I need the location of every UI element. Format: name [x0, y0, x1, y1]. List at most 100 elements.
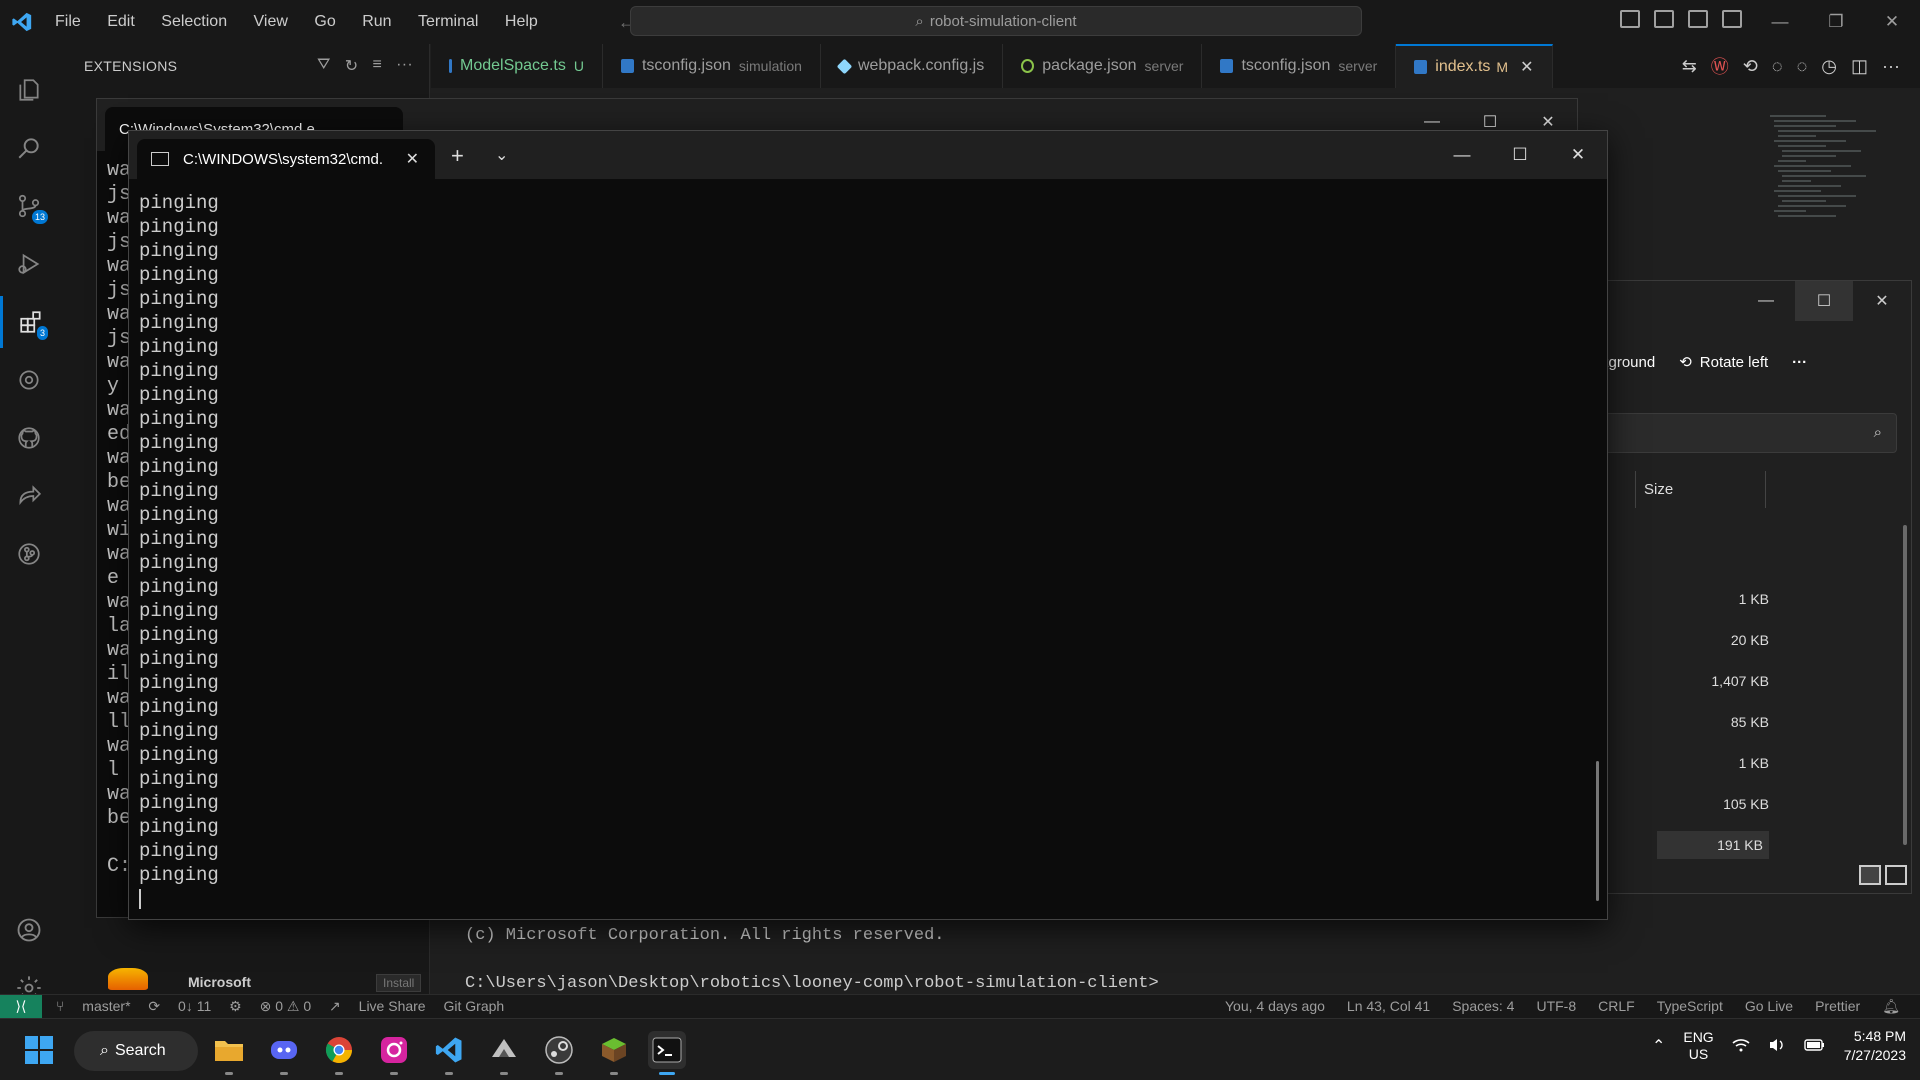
explorer-icon[interactable] [0, 64, 58, 116]
more-actions-icon[interactable]: ··· [396, 56, 413, 76]
photos-background-button[interactable]: kground [1601, 354, 1655, 371]
photos-scrollbar[interactable] [1903, 525, 1907, 845]
more-actions-icon[interactable]: ··· [1882, 56, 1900, 77]
clear-icon[interactable]: ≡ [372, 56, 382, 76]
remote-explorer-icon[interactable] [0, 354, 58, 406]
toggle-sidebar-icon[interactable] [1620, 10, 1640, 28]
language-indicator[interactable]: ENG US [1683, 1029, 1713, 1063]
problems-indicator[interactable]: ⊗ 0 ⚠ 0 [260, 998, 312, 1014]
toggle-panel-icon[interactable] [1654, 10, 1674, 28]
split-editor-icon[interactable]: ◫ [1851, 56, 1868, 77]
photos-close-icon[interactable]: ✕ [1853, 281, 1911, 321]
close-tab-icon[interactable]: ✕ [1520, 57, 1533, 77]
minimize-icon[interactable]: — [1752, 0, 1808, 44]
git-compare-icon[interactable]: ⇆ [1682, 56, 1697, 77]
restore-icon[interactable]: ❐ [1808, 0, 1864, 44]
minecraft-icon[interactable] [595, 1031, 633, 1075]
photos-maximize-icon[interactable]: ☐ [1795, 281, 1853, 321]
go-live-button[interactable]: Go Live [1745, 998, 1793, 1015]
command-center[interactable]: ⌕ robot-simulation-client [630, 6, 1362, 36]
live-share-icon[interactable] [0, 470, 58, 522]
wakatime-icon[interactable]: Ⓦ [1711, 53, 1729, 79]
filter-icon[interactable]: ⛛ [317, 56, 331, 76]
grid-view-icon[interactable] [1885, 865, 1907, 885]
source-control-icon[interactable]: 13 [0, 180, 58, 232]
terminal-taskbar-icon[interactable] [648, 1031, 686, 1075]
menu-file[interactable]: File [55, 13, 81, 30]
cmd-scrollbar[interactable] [1596, 761, 1599, 901]
search-icon[interactable] [0, 122, 58, 174]
sync-indicator[interactable]: ⟳ 0↓ 11 [148, 998, 211, 1014]
menu-selection[interactable]: Selection [161, 13, 227, 30]
tab-tsconfig-server[interactable]: tsconfig.json server [1202, 44, 1397, 88]
remote-indicator-icon[interactable]: ⟩⟨ [0, 994, 42, 1019]
minimap[interactable] [1766, 112, 1886, 247]
tab-webpack-config[interactable]: webpack.config.js [821, 44, 1004, 88]
wifi-icon[interactable] [1732, 1038, 1750, 1055]
git-graph-icon[interactable] [0, 528, 58, 580]
branch-indicator[interactable]: ⑂ master* [56, 998, 131, 1014]
menu-edit[interactable]: Edit [107, 13, 135, 30]
cmd-output[interactable]: pinging pinging pinging pinging pinging pingi… [139, 191, 219, 909]
language-mode[interactable]: TypeScript [1657, 998, 1723, 1015]
build-icon[interactable]: ⚙ [229, 998, 242, 1014]
show-hidden-icons-chevron-icon[interactable]: ⌃ [1652, 1036, 1665, 1056]
go-forward-icon[interactable]: ◌ [1797, 56, 1808, 77]
refresh-icon[interactable]: ↻ [345, 56, 359, 76]
indentation[interactable]: Spaces: 4 [1452, 998, 1514, 1015]
tab-modelspace[interactable]: ModelSpace.ts U [431, 44, 603, 88]
encoding[interactable]: UTF-8 [1536, 998, 1576, 1015]
cmd-tab[interactable]: C:\WINDOWS\system32\cmd. ✕ [137, 139, 435, 179]
prettier-button[interactable]: Prettier [1815, 998, 1860, 1015]
windows-start-icon[interactable] [20, 1031, 58, 1069]
app-icon[interactable] [485, 1031, 523, 1075]
extensions-icon[interactable]: 3 [0, 296, 58, 348]
timeline-icon[interactable]: ◷ [1821, 56, 1837, 77]
maximize-icon[interactable]: ☐ [1491, 131, 1549, 179]
steam-icon[interactable] [540, 1031, 578, 1075]
minimize-icon[interactable]: — [1433, 131, 1491, 179]
menu-terminal[interactable]: Terminal [418, 13, 478, 30]
menu-go[interactable]: Go [314, 13, 335, 30]
open-changes-icon[interactable]: ⟲ [1743, 56, 1758, 77]
list-view-icon[interactable] [1859, 865, 1881, 885]
live-share-button[interactable]: ↗ Live Share [329, 998, 426, 1014]
git-graph-button[interactable]: Git Graph [443, 998, 504, 1014]
close-icon[interactable]: ✕ [1864, 0, 1920, 44]
tab-index-ts[interactable]: index.ts M ✕ [1396, 44, 1553, 88]
tab-dropdown-icon[interactable]: ⌄ [495, 145, 508, 165]
run-debug-icon[interactable] [0, 238, 58, 290]
end-of-line[interactable]: CRLF [1598, 998, 1635, 1015]
photos-minimize-icon[interactable]: — [1737, 281, 1795, 321]
discord-icon[interactable] [265, 1031, 303, 1075]
photos-more-icon[interactable]: ··· [1792, 354, 1807, 371]
menu-view[interactable]: View [254, 13, 288, 30]
git-blame[interactable]: You, 4 days ago [1225, 998, 1325, 1015]
clock[interactable]: 5:48 PM 7/27/2023 [1844, 1027, 1906, 1065]
close-icon[interactable]: ✕ [1549, 131, 1607, 179]
volume-icon[interactable] [1768, 1037, 1786, 1056]
menu-help[interactable]: Help [505, 13, 538, 30]
photos-search-box[interactable]: ⌕ [1601, 413, 1897, 453]
photos-rotate-left-button[interactable]: ⟲ Rotate left [1679, 353, 1768, 372]
instagram-icon[interactable] [375, 1031, 413, 1075]
tab-package-json[interactable]: package.json server [1003, 44, 1203, 88]
chrome-icon[interactable] [320, 1031, 358, 1075]
cursor-position[interactable]: Ln 43, Col 41 [1347, 998, 1430, 1015]
menu-run[interactable]: Run [362, 13, 391, 30]
file-explorer-icon[interactable] [210, 1031, 248, 1075]
github-icon[interactable] [0, 412, 58, 464]
new-tab-icon[interactable]: + [451, 143, 464, 169]
vscode-taskbar-icon[interactable] [430, 1031, 468, 1075]
tab-tsconfig-simulation[interactable]: tsconfig.json simulation [603, 44, 821, 88]
notifications-bell-icon[interactable]: 🔔︎ [1882, 998, 1900, 1015]
customize-layout-icon[interactable] [1722, 10, 1742, 28]
taskbar-search[interactable]: ⌕ Search [74, 1031, 198, 1071]
go-back-icon[interactable]: ◌ [1772, 56, 1783, 77]
extension-install-button[interactable]: Install [376, 974, 422, 992]
toggle-secondary-sidebar-icon[interactable] [1688, 10, 1708, 28]
accounts-icon[interactable] [0, 904, 58, 956]
battery-icon[interactable] [1804, 1038, 1826, 1055]
size-column-header[interactable]: Size [1635, 471, 1767, 508]
close-tab-icon[interactable]: ✕ [406, 149, 419, 169]
